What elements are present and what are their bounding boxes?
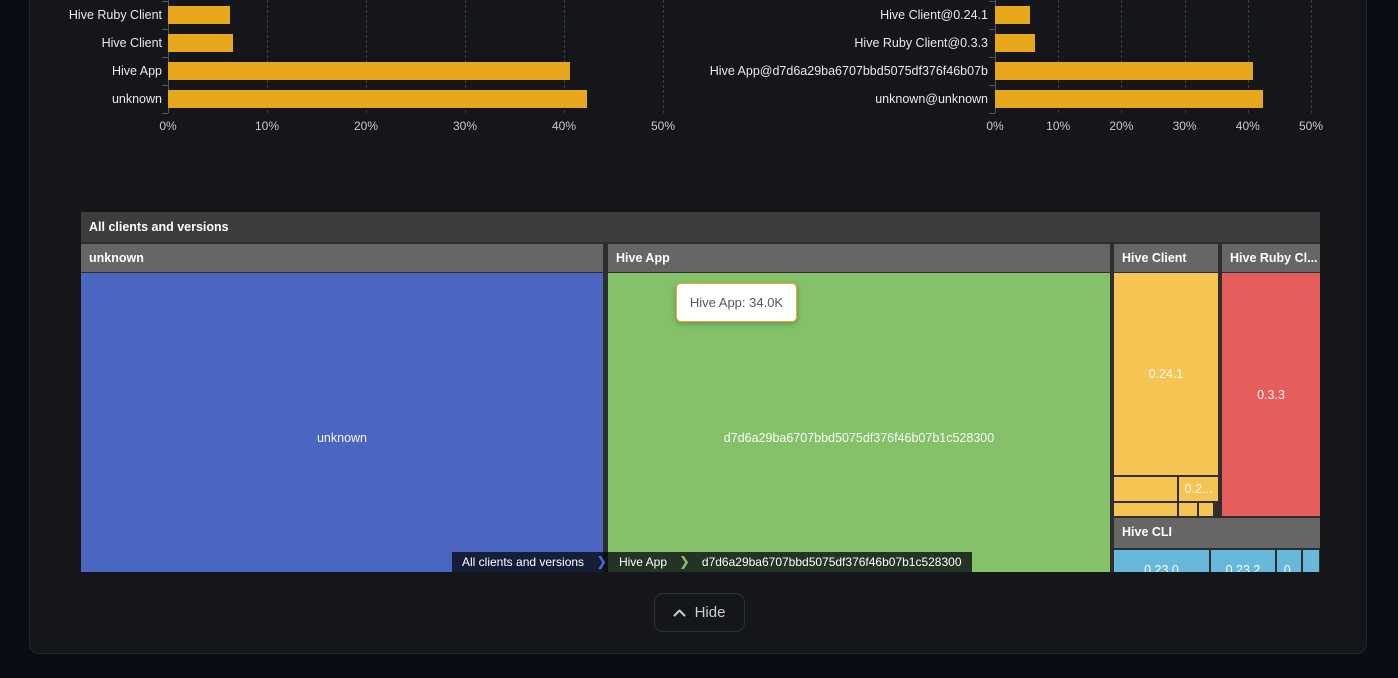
clients-chart-y-axis-tick [162,85,168,86]
clients-chart-category-label: Hive App [12,62,162,80]
versions-chart-bar[interactable] [995,6,1030,24]
clients-chart-category-label: Hive Ruby Client [12,6,162,24]
versions-chart-y-axis-tick [989,29,995,30]
versions-chart-x-tick-label: 20% [1097,119,1145,133]
chevron-up-icon [673,609,686,617]
page: 0% 10% 20% 30% 40% 50% Hive Ruby Client Hive Cl… [0,0,1398,678]
clients-chart-category-label: unknown [12,90,162,108]
panel-footer: Hide [0,593,1398,632]
versions-chart-y-axis-tick [989,1,995,2]
versions-chart-y-axis-tick [989,85,995,86]
breadcrumb-item[interactable]: d7d6a29ba6707bbd5075df376f46b07b1c528300 [692,552,972,572]
versions-chart-category-label: unknown@unknown [648,90,988,108]
treemap-breadcrumb: All clients and versions❯Hive App❯d7d6a2… [452,552,972,572]
versions-chart-category-label: Hive Client@0.24.1 [648,6,988,24]
versions-chart-bar[interactable] [995,34,1035,52]
clients-chart-bar[interactable] [168,34,233,52]
versions-chart-x-tick-label: 10% [1034,119,1082,133]
treemap-section-header[interactable]: Hive App [608,244,1110,272]
treemap-cell[interactable]: 0. [1277,550,1301,572]
treemap-cell[interactable]: 0.23.0 [1114,550,1209,572]
breadcrumb-item[interactable]: Hive App [609,552,677,572]
treemap-tooltip: Hive App: 34.0K [676,283,797,322]
treemap-cell[interactable]: 0.2... [1179,477,1218,501]
versions-chart-y-axis-tick [989,113,995,114]
treemap-cell[interactable] [1114,477,1177,501]
breadcrumb-item[interactable]: All clients and versions [452,552,594,572]
versions-chart-category-label: Hive App@d7d6a29ba6707bbd5075df376f46b07… [648,62,988,80]
treemap-cell[interactable] [1199,503,1213,516]
treemap-cell[interactable]: 0.3.3 [1222,273,1320,516]
clients-chart-x-tick-label: 10% [243,119,291,133]
versions-chart-x-tick-label: 40% [1224,119,1272,133]
treemap-cell[interactable] [1114,503,1177,516]
treemap-title-bar: All clients and versions [81,212,1320,242]
treemap-cell[interactable]: unknown [81,273,603,572]
versions-chart-bar[interactable] [995,90,1263,108]
clients-chart-y-axis-tick [162,29,168,30]
clients-chart-y-axis-tick [162,113,168,114]
clients-chart-bar[interactable] [168,62,570,80]
treemap-cell[interactable] [1303,550,1319,572]
treemap-section-header[interactable]: Hive Ruby Cl... [1222,244,1320,272]
clients-chart-x-tick-label: 40% [540,119,588,133]
versions-chart-bar[interactable] [995,62,1253,80]
hide-button[interactable]: Hide [654,593,745,632]
clients-chart-category-label: Hive Client [12,34,162,52]
versions-chart-y-axis-tick [989,57,995,58]
versions-chart-x-tick-label: 0% [971,119,1019,133]
breadcrumb-chevron-icon: ❯ [594,552,609,572]
versions-chart-x-tick-label: 30% [1161,119,1209,133]
treemap-cell[interactable] [1179,503,1197,516]
hide-button-label: Hide [695,604,726,621]
treemap-cell[interactable]: 0.24.1 [1114,273,1218,475]
breadcrumb-chevron-icon: ❯ [677,552,692,572]
clients-chart-bar[interactable] [168,90,587,108]
treemap-section-header[interactable]: Hive CLI [1114,518,1320,548]
clients-chart-bar[interactable] [168,6,230,24]
clients-versions-treemap: All clients and versionsunknownunknownHi… [81,212,1320,572]
treemap-section-header[interactable]: unknown [81,244,603,272]
versions-chart-gridline [1311,0,1312,113]
clients-chart-x-tick-label: 0% [144,119,192,133]
versions-chart-x-tick-label: 50% [1287,119,1335,133]
clients-chart-x-tick-label: 20% [342,119,390,133]
tooltip-text: Hive App: 34.0K [690,295,783,310]
treemap-section-header[interactable]: Hive Client [1114,244,1218,272]
clients-chart-y-axis-tick [162,57,168,58]
treemap-cell[interactable]: 0.23.2 [1211,550,1275,572]
clients-chart-x-tick-label: 50% [639,119,687,133]
versions-chart-category-label: Hive Ruby Client@0.3.3 [648,34,988,52]
clients-chart-y-axis-tick [162,1,168,2]
clients-chart-x-tick-label: 30% [441,119,489,133]
